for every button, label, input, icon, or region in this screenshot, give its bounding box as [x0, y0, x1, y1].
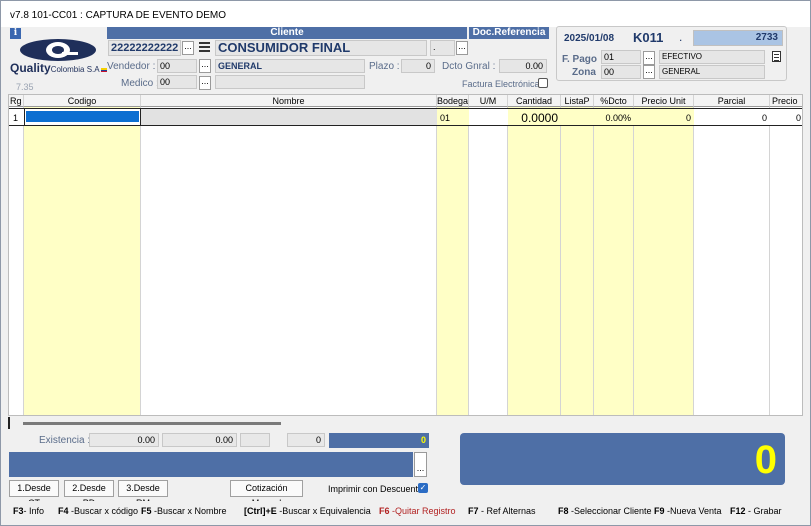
col-header-precio-unit[interactable]: Precio Unit: [634, 95, 694, 107]
fkey-f6[interactable]: F6 -Quitar Registro: [379, 506, 456, 516]
fpago-label: F. Pago: [562, 54, 598, 65]
cell-cantidad[interactable]: 0.0000: [508, 108, 561, 126]
list-icon[interactable]: [199, 42, 210, 52]
doc-number: 2733: [693, 30, 783, 46]
description-more-button[interactable]: ...: [414, 452, 427, 477]
title-bar: v7.8 101-CC01 : CAPTURA DE EVENTO DEMO: [1, 1, 810, 27]
medico-name-field: [215, 75, 365, 89]
window-title: v7.8 101-CC01 : CAPTURA DE EVENTO DEMO: [10, 10, 226, 21]
fpago-search-button[interactable]: ...: [643, 51, 655, 65]
col-header-um[interactable]: U/M: [469, 95, 508, 107]
fkey-f4[interactable]: F4 -Buscar x código: [58, 506, 138, 516]
doc-panel: 2025/01/08 K011 . 2733 F. Pago 01 ... EF…: [556, 26, 787, 81]
cell-precio-unit[interactable]: 0: [634, 108, 694, 126]
fpago-name-field: EFECTIVO: [659, 50, 765, 64]
existencia-field-4: 0: [329, 433, 429, 448]
logo-brand: Quality: [10, 61, 51, 75]
medico-code-field[interactable]: 00: [157, 75, 197, 89]
zona-label: Zona: [572, 67, 596, 78]
document-icon[interactable]: [772, 51, 781, 62]
fkey-ctrl-e[interactable]: [Ctrl]+E -Buscar x Equivalencia: [244, 506, 371, 516]
col-header-listap[interactable]: ListaP: [561, 95, 594, 107]
fkey-f9[interactable]: F9 -Nueva Venta: [654, 506, 722, 516]
fkey-f3[interactable]: F3- Info: [13, 506, 44, 516]
version-label: 7.35: [16, 82, 34, 92]
vendedor-code-field[interactable]: 00: [157, 59, 197, 73]
zona-name-field: GENERAL: [659, 65, 765, 79]
fkey-f12[interactable]: F12 - Grabar: [730, 506, 782, 516]
logo: QualityColombia S.A 7.35: [10, 37, 107, 92]
logo-icon: [20, 39, 96, 61]
zona-code-field[interactable]: 00: [601, 65, 641, 79]
col-header-parcial[interactable]: Parcial: [694, 95, 770, 107]
fkey-f7[interactable]: F7 - Ref Alternas: [468, 506, 536, 516]
doc-referencia-header: Doc.Referencia: [469, 27, 549, 39]
logo-suffix: Colombia S.A: [50, 65, 100, 74]
imprimir-checkbox[interactable]: ✓: [418, 483, 428, 493]
desde-ct-button[interactable]: 1.Desde CT: [9, 480, 59, 508]
cell-parcial[interactable]: 0: [694, 108, 770, 126]
items-grid[interactable]: Rg Codigo Nombre Bodega U/M Cantidad Lis…: [8, 94, 803, 416]
col-header-codigo[interactable]: Codigo: [24, 95, 141, 107]
cell-um[interactable]: [469, 108, 508, 126]
col-header-dcto[interactable]: %Dcto: [594, 95, 634, 107]
existencia-field-3: 0: [287, 433, 325, 447]
fkey-f5[interactable]: F5 -Buscar x Nombre: [141, 506, 227, 516]
plazo-label: Plazo :: [369, 61, 400, 72]
dcto-label: Dcto Gnral :: [442, 61, 496, 72]
cell-codigo-selection: [26, 111, 139, 122]
existencia-field-2: 0.00: [162, 433, 237, 447]
cell-nombre[interactable]: [141, 108, 437, 126]
factura-checkbox[interactable]: [538, 78, 548, 88]
vendedor-name-field: GENERAL: [215, 59, 365, 73]
cell-listap[interactable]: [561, 108, 594, 126]
factura-label: Factura Electrónica: [462, 79, 540, 89]
doc-ref-button[interactable]: ...: [456, 41, 468, 55]
doc-date: 2025/01/08: [564, 33, 615, 44]
existencia-label: Existencia :: [39, 435, 91, 446]
doc-code: K011: [633, 30, 664, 45]
scrollbar-thumb[interactable]: [23, 422, 281, 425]
cell-bodega[interactable]: 01: [437, 108, 469, 126]
col-header-rg[interactable]: Rg: [9, 95, 24, 107]
horizontal-scrollbar[interactable]: [8, 417, 803, 429]
desde-rm-button[interactable]: 3.Desde RM: [118, 480, 168, 508]
col-header-bodega[interactable]: Bodega: [437, 95, 469, 107]
vendedor-label: Vendedor :: [107, 61, 156, 72]
col-header-cantidad[interactable]: Cantidad: [508, 95, 561, 107]
existencia-field-1: 0.00: [89, 433, 159, 447]
fkey-f8[interactable]: F8 -Seleccionar Cliente: [558, 506, 652, 516]
existencia-field-blank: [240, 433, 270, 447]
cell-dcto[interactable]: 0.00%: [594, 108, 634, 126]
plazo-field[interactable]: 0: [401, 59, 435, 73]
col-header-nombre[interactable]: Nombre: [141, 95, 437, 107]
imprimir-label: Imprimir con Descuento: [328, 484, 424, 494]
fpago-code-field[interactable]: 01: [601, 50, 641, 64]
client-id-field[interactable]: 22222222222: [108, 40, 181, 56]
main-window: v7.8 101-CC01 : CAPTURA DE EVENTO DEMO i…: [0, 0, 811, 526]
zona-search-button[interactable]: ...: [643, 65, 655, 79]
col-header-precio-b[interactable]: Precio B: [770, 95, 802, 118]
product-description-bar: [9, 452, 413, 477]
total-display: 0: [460, 433, 785, 485]
doc-dot: .: [679, 30, 683, 44]
cell-precio-b[interactable]: 0: [770, 108, 802, 126]
scrollbar-left-edge: [8, 417, 10, 429]
dcto-field[interactable]: 0.00: [499, 59, 547, 73]
medico-search-button[interactable]: ...: [199, 76, 211, 90]
desde-pd-button[interactable]: 2.Desde PD: [64, 480, 114, 508]
client-name-field[interactable]: CONSUMIDOR FINAL: [215, 40, 427, 56]
cliente-header: Cliente: [107, 27, 467, 39]
doc-ref-field[interactable]: .: [430, 40, 455, 56]
cotizacion-manual-button[interactable]: Cotización Manual: [230, 480, 303, 508]
vendedor-search-button[interactable]: ...: [199, 59, 211, 73]
cell-rg[interactable]: 1: [9, 108, 24, 126]
medico-label: Medico :: [121, 78, 159, 89]
client-search-button[interactable]: ...: [182, 41, 194, 55]
function-key-bar: F3- Info F4 -Buscar x código F5 -Buscar …: [1, 501, 810, 521]
logo-flag-icon: [100, 68, 107, 72]
